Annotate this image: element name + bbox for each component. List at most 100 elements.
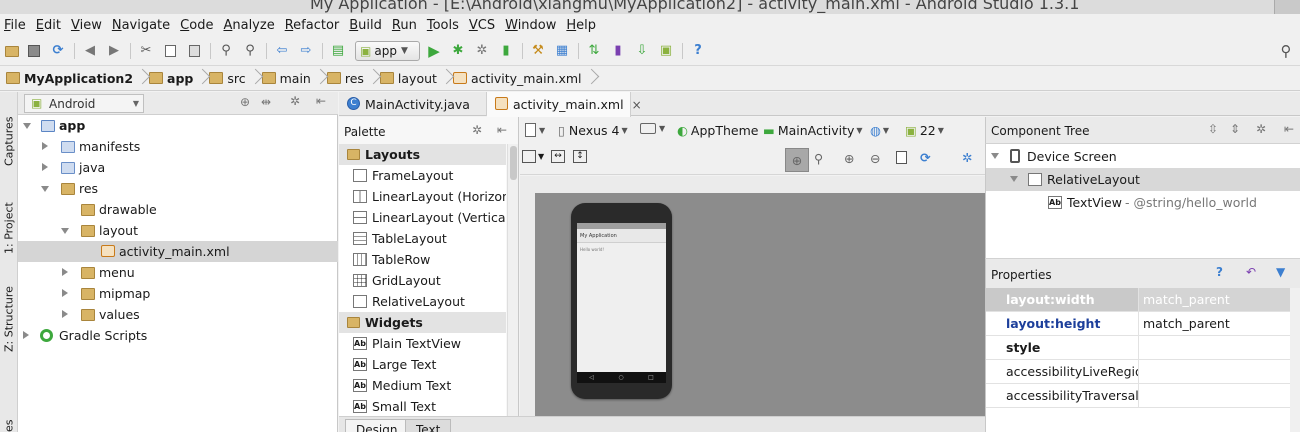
- sdk-manager-icon[interactable]: ⇩: [634, 43, 650, 59]
- collapse-arrow-icon[interactable]: [23, 331, 29, 339]
- make-project-icon[interactable]: ▤: [330, 43, 346, 59]
- android-monitor-icon[interactable]: ▣: [658, 43, 674, 59]
- breadcrumb-file[interactable]: activity_main.xml: [451, 66, 588, 91]
- tree-item-app[interactable]: app: [18, 115, 338, 136]
- palette-group-layouts[interactable]: Layouts: [339, 144, 506, 165]
- zoom-out-button[interactable]: ⊖: [870, 151, 880, 166]
- gear-icon[interactable]: ✲: [1256, 122, 1266, 136]
- expand-arrow-icon[interactable]: [41, 186, 49, 192]
- property-value[interactable]: [1138, 384, 1291, 407]
- tree-item-drawable[interactable]: drawable: [18, 199, 338, 220]
- debug-icon[interactable]: ✱: [450, 43, 466, 59]
- property-row[interactable]: accessibilityTraversalAfter: [986, 384, 1291, 408]
- pan-tool-button[interactable]: ⊕: [785, 148, 809, 172]
- menu-refactor[interactable]: Refactor: [283, 18, 348, 33]
- palette-group-widgets[interactable]: Widgets: [339, 312, 506, 333]
- tree-item-manifests[interactable]: manifests: [18, 136, 338, 157]
- palette-item-tablelayout[interactable]: TableLayout: [339, 228, 506, 249]
- menu-build[interactable]: Build: [347, 18, 390, 33]
- window-controls[interactable]: [1274, 0, 1300, 14]
- menu-code[interactable]: Code: [178, 18, 221, 33]
- close-icon[interactable]: ×: [632, 98, 642, 112]
- tab-design[interactable]: Design: [345, 419, 409, 432]
- collapse-all-icon[interactable]: ⇹: [261, 95, 271, 109]
- collapse-arrow-icon[interactable]: [62, 289, 68, 297]
- property-value[interactable]: match_parent: [1138, 312, 1291, 335]
- hide-panel-icon[interactable]: ⇤: [1284, 122, 1294, 136]
- filter-icon[interactable]: ▼: [1276, 265, 1285, 279]
- component-relativelayout[interactable]: RelativeLayout: [986, 168, 1300, 191]
- tree-item-layout[interactable]: layout: [18, 220, 338, 241]
- sync-gradle-icon[interactable]: ⇅: [586, 43, 602, 59]
- palette-item-tablerow[interactable]: TableRow: [339, 249, 506, 270]
- run-config-select[interactable]: ▣ app ▼: [355, 41, 420, 61]
- menu-edit[interactable]: Edit: [34, 18, 69, 33]
- menu-analyze[interactable]: Analyze: [221, 18, 282, 33]
- menu-window[interactable]: Window: [503, 18, 564, 33]
- expand-all-icon[interactable]: ⇳: [1208, 122, 1218, 136]
- avd-manager-icon[interactable]: ▮: [610, 43, 626, 59]
- api-level-select[interactable]: ▣ 22 ▼: [905, 123, 944, 138]
- tab-text[interactable]: Text: [405, 419, 452, 432]
- gear-icon[interactable]: ✲: [472, 123, 482, 137]
- screenshot-button[interactable]: [896, 151, 907, 164]
- palette-item-linearlayout-horizontal[interactable]: LinearLayout (Horizontal): [339, 186, 506, 207]
- tab-captures[interactable]: Captures: [0, 96, 18, 166]
- property-value[interactable]: [1138, 336, 1291, 359]
- device-screen[interactable]: My Application Hello world! ◁ ○ □: [577, 223, 666, 383]
- find-icon[interactable]: ⚲: [218, 43, 234, 59]
- zoom-in-button[interactable]: ⊕: [844, 151, 854, 166]
- palette-item-medium-text[interactable]: Ab Medium Text: [339, 375, 506, 396]
- menu-help[interactable]: Help: [564, 18, 604, 33]
- component-device-screen[interactable]: Device Screen: [986, 145, 1300, 168]
- breadcrumb-res[interactable]: res: [325, 66, 370, 91]
- vertical-resize-button[interactable]: ↕: [573, 150, 587, 163]
- scroll-from-source-icon[interactable]: ⊕: [240, 95, 250, 109]
- refresh-button[interactable]: ⟳: [920, 150, 930, 165]
- settings-icon[interactable]: ⚒: [530, 43, 546, 59]
- property-row[interactable]: layout:width match_parent: [986, 288, 1291, 312]
- undo-icon[interactable]: ↶: [1246, 265, 1256, 279]
- palette-item-plain-textview[interactable]: Ab Plain TextView: [339, 333, 506, 354]
- replace-icon[interactable]: ⚲: [242, 43, 258, 59]
- tree-item-activity-main[interactable]: activity_main.xml: [18, 241, 338, 262]
- run-icon[interactable]: ▶: [426, 43, 442, 59]
- horizontal-resize-button[interactable]: ↔: [551, 150, 565, 163]
- palette-item-gridlayout[interactable]: GridLayout: [339, 270, 506, 291]
- gear-icon[interactable]: ✲: [962, 150, 972, 165]
- property-value[interactable]: [1138, 360, 1291, 383]
- menu-navigate[interactable]: Navigate: [110, 18, 178, 33]
- properties-scrollbar[interactable]: [1290, 288, 1300, 432]
- component-textview[interactable]: Ab TextView - @string/hello_world: [986, 191, 1300, 214]
- zoom-actual-button[interactable]: ⚲: [814, 151, 823, 166]
- save-icon[interactable]: [26, 43, 42, 59]
- tab-bottom-clipped[interactable]: es: [0, 410, 18, 432]
- orientation-select[interactable]: ▼: [640, 123, 665, 134]
- design-canvas[interactable]: My Application Hello world! ◁ ○ □: [535, 193, 985, 416]
- breadcrumb-layout[interactable]: layout: [378, 66, 443, 91]
- tree-item-values[interactable]: values: [18, 304, 338, 325]
- hide-panel-icon[interactable]: ⇤: [316, 94, 326, 108]
- hide-panel-icon[interactable]: ⇤: [497, 123, 507, 137]
- coverage-icon[interactable]: ✲: [474, 43, 490, 59]
- breadcrumb-main[interactable]: main: [260, 66, 317, 91]
- tab-mainactivity-java[interactable]: C MainActivity.java: [339, 92, 487, 116]
- collapse-arrow-icon[interactable]: [42, 142, 48, 150]
- project-view-select[interactable]: ▣ Android ▼: [24, 94, 144, 113]
- menu-file[interactable]: File: [2, 18, 34, 33]
- expand-arrow-icon[interactable]: [61, 228, 69, 234]
- open-folder-icon[interactable]: [4, 43, 20, 59]
- search-everywhere-icon[interactable]: ⚲: [1278, 43, 1294, 59]
- scrollbar-thumb[interactable]: [510, 146, 517, 180]
- undo-icon[interactable]: ◀: [82, 43, 98, 59]
- menu-vcs[interactable]: VCS: [467, 18, 503, 33]
- collapse-arrow-icon[interactable]: [62, 268, 68, 276]
- breadcrumb-src[interactable]: src: [207, 66, 251, 91]
- expand-arrow-icon[interactable]: [1010, 176, 1018, 182]
- tree-item-res[interactable]: res: [18, 178, 338, 199]
- theme-select[interactable]: ◐ AppTheme: [677, 123, 758, 138]
- menu-view[interactable]: View: [69, 18, 110, 33]
- collapse-all-icon[interactable]: ⇕: [1230, 122, 1240, 136]
- zoom-fit-button[interactable]: ▼: [522, 150, 544, 163]
- property-value[interactable]: match_parent: [1138, 288, 1291, 311]
